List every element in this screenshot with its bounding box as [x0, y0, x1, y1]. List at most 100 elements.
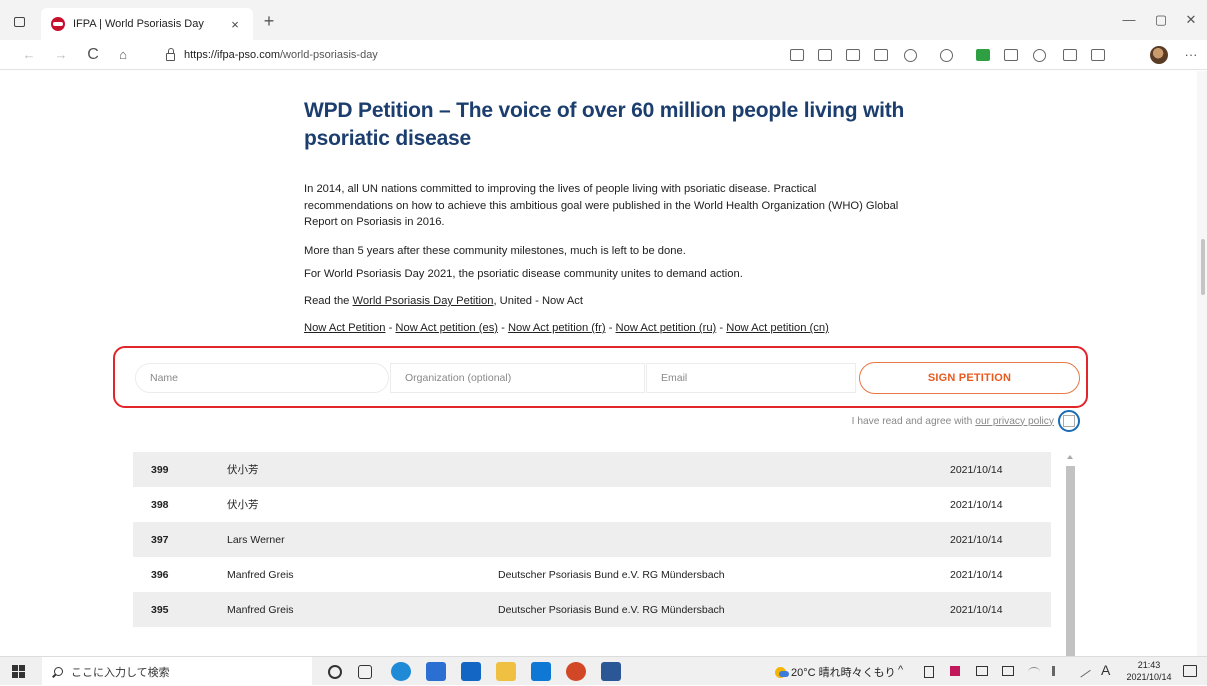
- extensions-icon[interactable]: [1033, 49, 1046, 62]
- store-icon[interactable]: [426, 662, 446, 681]
- signer-organization: Deutscher Psoriasis Bund e.V. RG Münders…: [498, 603, 725, 616]
- sign-petition-button[interactable]: SIGN PETITION: [859, 362, 1080, 394]
- lock-icon[interactable]: [166, 48, 175, 61]
- signer-name: 伏小芳: [227, 464, 259, 476]
- milestone-paragraph: More than 5 years after these community …: [304, 245, 686, 257]
- now-act-petition-link[interactable]: Now Act Petition: [304, 322, 385, 334]
- signer-organization: Deutscher Psoriasis Bund e.V. RG Münders…: [498, 568, 725, 581]
- privacy-policy-link[interactable]: our privacy policy: [975, 416, 1054, 427]
- signer-name: Manfred Greis: [227, 603, 294, 616]
- window-maximize-button[interactable]: ▢: [1150, 10, 1172, 30]
- link-separator: -: [716, 322, 727, 334]
- battery-icon[interactable]: [1002, 666, 1014, 676]
- settings-more-button[interactable]: ···: [1180, 45, 1202, 65]
- petition-language-links: Now Act Petition - Now Act petition (es)…: [304, 320, 904, 337]
- signer-row: 398 伏小芳 2021/10/14: [133, 487, 1051, 522]
- now-act-petition-fr-link[interactable]: Now Act petition (fr): [508, 322, 606, 334]
- link-separator: -: [498, 322, 508, 334]
- now-act-petition-es-link[interactable]: Now Act petition (es): [395, 322, 498, 334]
- tab-title: IFPA | World Psoriasis Day: [73, 18, 204, 30]
- browser-tab[interactable]: IFPA | World Psoriasis Day ×: [41, 8, 253, 40]
- url-host: https://ifpa-pso.com: [184, 49, 280, 61]
- signer-name: Manfred Greis: [227, 568, 294, 581]
- cortana-icon[interactable]: [328, 665, 342, 679]
- read-petition-paragraph: Read the World Psoriasis Day Petition, U…: [304, 293, 904, 310]
- browser-titlebar: IFPA | World Psoriasis Day × + — ▢ ✕: [0, 0, 1207, 40]
- privacy-checkbox-highlight: [1058, 410, 1080, 432]
- signers-scrollbar[interactable]: [1064, 452, 1077, 656]
- signer-date: 2021/10/14: [950, 498, 1003, 511]
- signer-number: 399: [151, 463, 169, 476]
- signer-date: 2021/10/14: [950, 463, 1003, 476]
- signer-number: 396: [151, 568, 169, 581]
- word-icon[interactable]: [601, 662, 621, 681]
- page-title: WPD Petition – The voice of over 60 mill…: [304, 99, 905, 150]
- signers-scroll-thumb[interactable]: [1066, 466, 1075, 656]
- privacy-checkbox[interactable]: [1063, 415, 1075, 427]
- privacy-consent-row: I have read and agree with our privacy p…: [780, 410, 1080, 432]
- extension-icon[interactable]: [940, 49, 953, 62]
- tray-app3-icon[interactable]: [976, 666, 988, 676]
- profile-avatar[interactable]: [1150, 46, 1168, 64]
- green-check-extension-icon[interactable]: [976, 49, 990, 61]
- name-input[interactable]: Name: [135, 363, 389, 393]
- refresh-button[interactable]: C: [82, 45, 104, 65]
- address-bar[interactable]: https://ifpa-pso.com/world-psoriasis-day: [152, 44, 962, 66]
- now-act-petition-cn-link[interactable]: Now Act petition (cn): [726, 322, 829, 334]
- email-input[interactable]: Email: [646, 363, 856, 393]
- intro-paragraph: In 2014, all UN nations committed to imp…: [304, 183, 899, 228]
- back-button[interactable]: ←: [18, 45, 40, 65]
- tab-close-icon[interactable]: ×: [227, 17, 243, 32]
- app-available-icon[interactable]: [790, 49, 804, 61]
- tray-app-icon[interactable]: [924, 666, 934, 678]
- taskbar-search-input[interactable]: ここに入力して検索: [42, 657, 312, 686]
- page-scrollbar[interactable]: [1197, 71, 1207, 656]
- outlook-icon[interactable]: [531, 662, 551, 681]
- wpd-petition-link[interactable]: World Psoriasis Day Petition: [353, 295, 494, 307]
- page-scroll-thumb[interactable]: [1201, 239, 1205, 295]
- browser-toolbar: ← → C ⌂ https://ifpa-pso.com/world-psori…: [0, 40, 1207, 70]
- petition-form: Name Organization (optional) Email SIGN …: [113, 346, 1088, 408]
- file-explorer-icon[interactable]: [496, 662, 516, 681]
- immersive-reader-icon[interactable]: [846, 49, 860, 61]
- tab-actions-icon[interactable]: [8, 11, 30, 31]
- tray-overflow-icon[interactable]: ^: [898, 664, 903, 676]
- favorites-icon[interactable]: [1063, 49, 1077, 61]
- edge-icon[interactable]: [391, 662, 411, 681]
- collections-icon[interactable]: [1091, 49, 1105, 61]
- forward-button[interactable]: →: [50, 45, 72, 65]
- favorites-star-icon[interactable]: [904, 49, 917, 62]
- signer-row: 395 Manfred Greis Deutscher Psoriasis Bund…: [133, 592, 1051, 627]
- signer-number: 398: [151, 498, 169, 511]
- network-icon[interactable]: [1028, 667, 1040, 677]
- notification-center-icon[interactable]: [1183, 665, 1197, 677]
- mail-icon[interactable]: [461, 662, 481, 681]
- pen-icon[interactable]: [1075, 662, 1091, 678]
- read-aloud-icon[interactable]: [874, 49, 888, 61]
- clock-date: 2021/10/14: [1126, 672, 1172, 682]
- qr-code-icon[interactable]: [818, 49, 832, 61]
- taskbar-clock[interactable]: 21:43 2021/10/14: [1126, 659, 1172, 683]
- volume-icon[interactable]: [1052, 666, 1062, 676]
- window-minimize-button[interactable]: —: [1118, 10, 1140, 30]
- signer-date: 2021/10/14: [950, 568, 1003, 581]
- task-view-icon[interactable]: [358, 665, 372, 679]
- home-button[interactable]: ⌂: [112, 45, 134, 65]
- organization-input[interactable]: Organization (optional): [390, 363, 645, 393]
- new-tab-button[interactable]: +: [258, 11, 280, 31]
- scroll-up-icon[interactable]: [1067, 455, 1073, 459]
- window-close-button[interactable]: ✕: [1180, 10, 1202, 30]
- ime-mode[interactable]: A: [1101, 662, 1110, 678]
- signer-date: 2021/10/14: [950, 603, 1003, 616]
- windows-start-icon[interactable]: [12, 665, 25, 678]
- read-prefix: Read the: [304, 295, 353, 307]
- read-suffix: , United - Now Act: [493, 295, 583, 307]
- weather-widget[interactable]: 20°C 晴れ時々くもり: [775, 664, 896, 680]
- now-act-petition-ru-link[interactable]: Now Act petition (ru): [616, 322, 717, 334]
- link-separator: -: [605, 322, 616, 334]
- extension-icon-2[interactable]: [1004, 49, 1018, 61]
- taskbar-search-placeholder: ここに入力して検索: [71, 666, 170, 679]
- signer-row: 396 Manfred Greis Deutscher Psoriasis Bund…: [133, 557, 1051, 592]
- powerpoint-icon[interactable]: [566, 662, 586, 681]
- tray-app2-icon[interactable]: [950, 666, 960, 676]
